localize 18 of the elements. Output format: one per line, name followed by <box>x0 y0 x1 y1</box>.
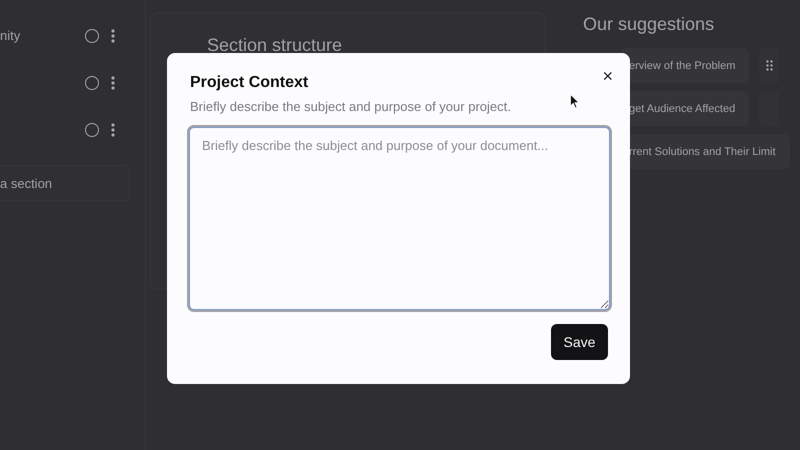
dialog-subtitle: Briefly describe the subject and purpose of your project. <box>190 99 511 114</box>
section-item[interactable]: nity <box>0 28 20 43</box>
context-textarea[interactable]: Briefly describe the subject and purpose of your document... <box>189 127 610 310</box>
panel-title: Section structure <box>207 35 344 56</box>
mouse-pointer-icon <box>570 94 580 109</box>
more-icon[interactable] <box>111 122 115 136</box>
dialog-title: Project Context <box>190 74 310 92</box>
more-icon[interactable] <box>111 76 115 90</box>
circle-icon[interactable] <box>85 76 99 90</box>
suggestions-title: Our suggestions <box>583 14 716 35</box>
more-icon[interactable] <box>111 28 115 42</box>
add-section-button[interactable]: a section <box>0 165 130 201</box>
circle-icon[interactable] <box>85 28 99 42</box>
suggestion-chip[interactable]: erview of the Problem <box>620 48 750 83</box>
close-button[interactable]: × <box>600 66 615 86</box>
save-button[interactable]: Save <box>551 324 608 360</box>
drag-handle-icon[interactable] <box>766 60 773 71</box>
circle-icon[interactable] <box>85 122 99 136</box>
